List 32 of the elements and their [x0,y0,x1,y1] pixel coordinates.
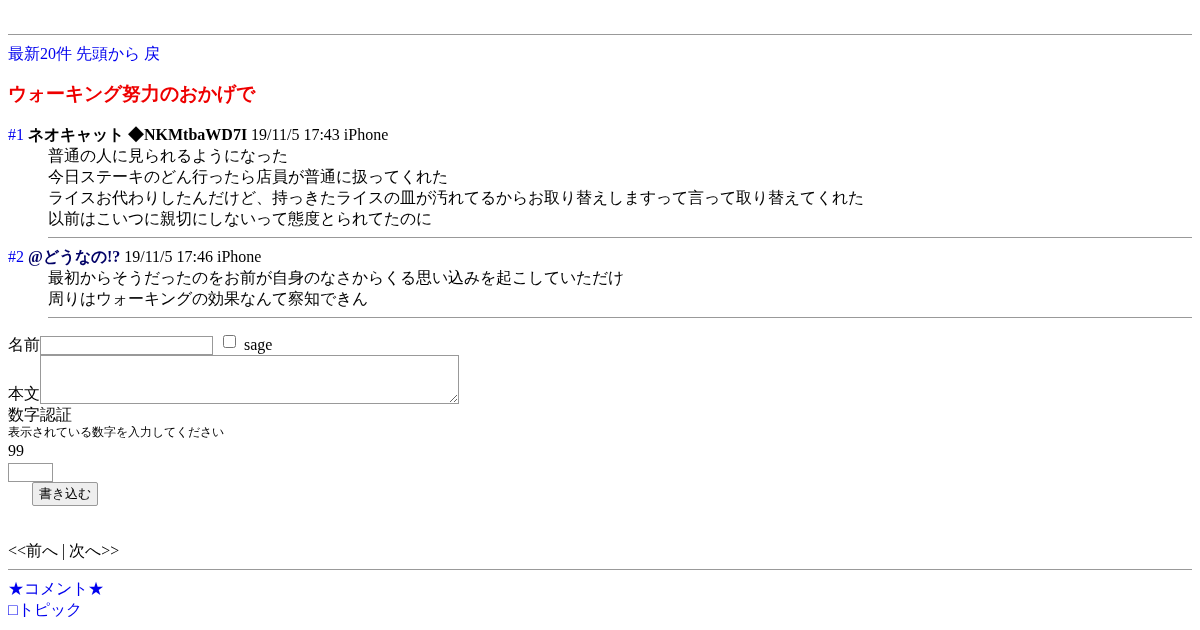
prev-page-text: <<前へ [8,542,59,559]
post-meta: 19/11/5 17:46 iPhone [124,248,262,265]
captcha-hint: 表示されている数字を入力してください [8,425,224,439]
body-input-field[interactable] [40,355,459,404]
sage-label: sage [244,335,273,355]
captcha-label: 数字認証 [8,406,72,423]
post-number-link[interactable]: #1 [8,126,24,143]
captcha-input-field[interactable] [8,463,53,482]
sage-checkbox[interactable] [223,335,236,348]
nav-link[interactable]: 戻 [144,45,160,62]
footer-link[interactable]: □トピック [8,601,82,618]
name-input-field[interactable] [40,336,213,355]
post-text: 以前はこいつに親切にしないって態度とられてたのに [48,210,432,227]
post-text: 普通の人に見られるようになった [48,147,288,164]
nav-link[interactable]: 最新20件 [8,45,72,62]
poster-name: ネオキャット ◆NKMtbaWD7I [28,126,248,143]
nav-link[interactable]: 先頭から [76,45,140,62]
poster-name[interactable]: @どうなの!? [28,248,121,265]
post-meta: 19/11/5 17:43 iPhone [251,126,389,143]
post-number-link[interactable]: #2 [8,248,24,265]
footer-link[interactable]: ★コメント★ [8,580,104,597]
thread-title: ウォーキング努力のおかげで [8,82,257,106]
pager-separator: | [62,542,66,559]
post-text: 周りはウォーキングの効果なんて察知できん [48,290,368,307]
body-label: 本文 [8,384,40,404]
name-label: 名前 [8,335,40,355]
captcha-number: 99 [8,442,24,459]
post-text: ライスお代わりしたんだけど、持っきたライスの皿が汚れてるからお取り替えしますって言って取り替えてくれた [48,189,864,206]
post-text: 最初からそうだったのをお前が自身のなさからくる思い込みを起こしていただけ [48,269,624,286]
next-page-text: 次へ>> [69,542,120,559]
submit-button[interactable]: 書き込む [32,482,98,506]
post-text: 今日ステーキのどん行ったら店員が普通に扱ってくれた [48,168,448,185]
